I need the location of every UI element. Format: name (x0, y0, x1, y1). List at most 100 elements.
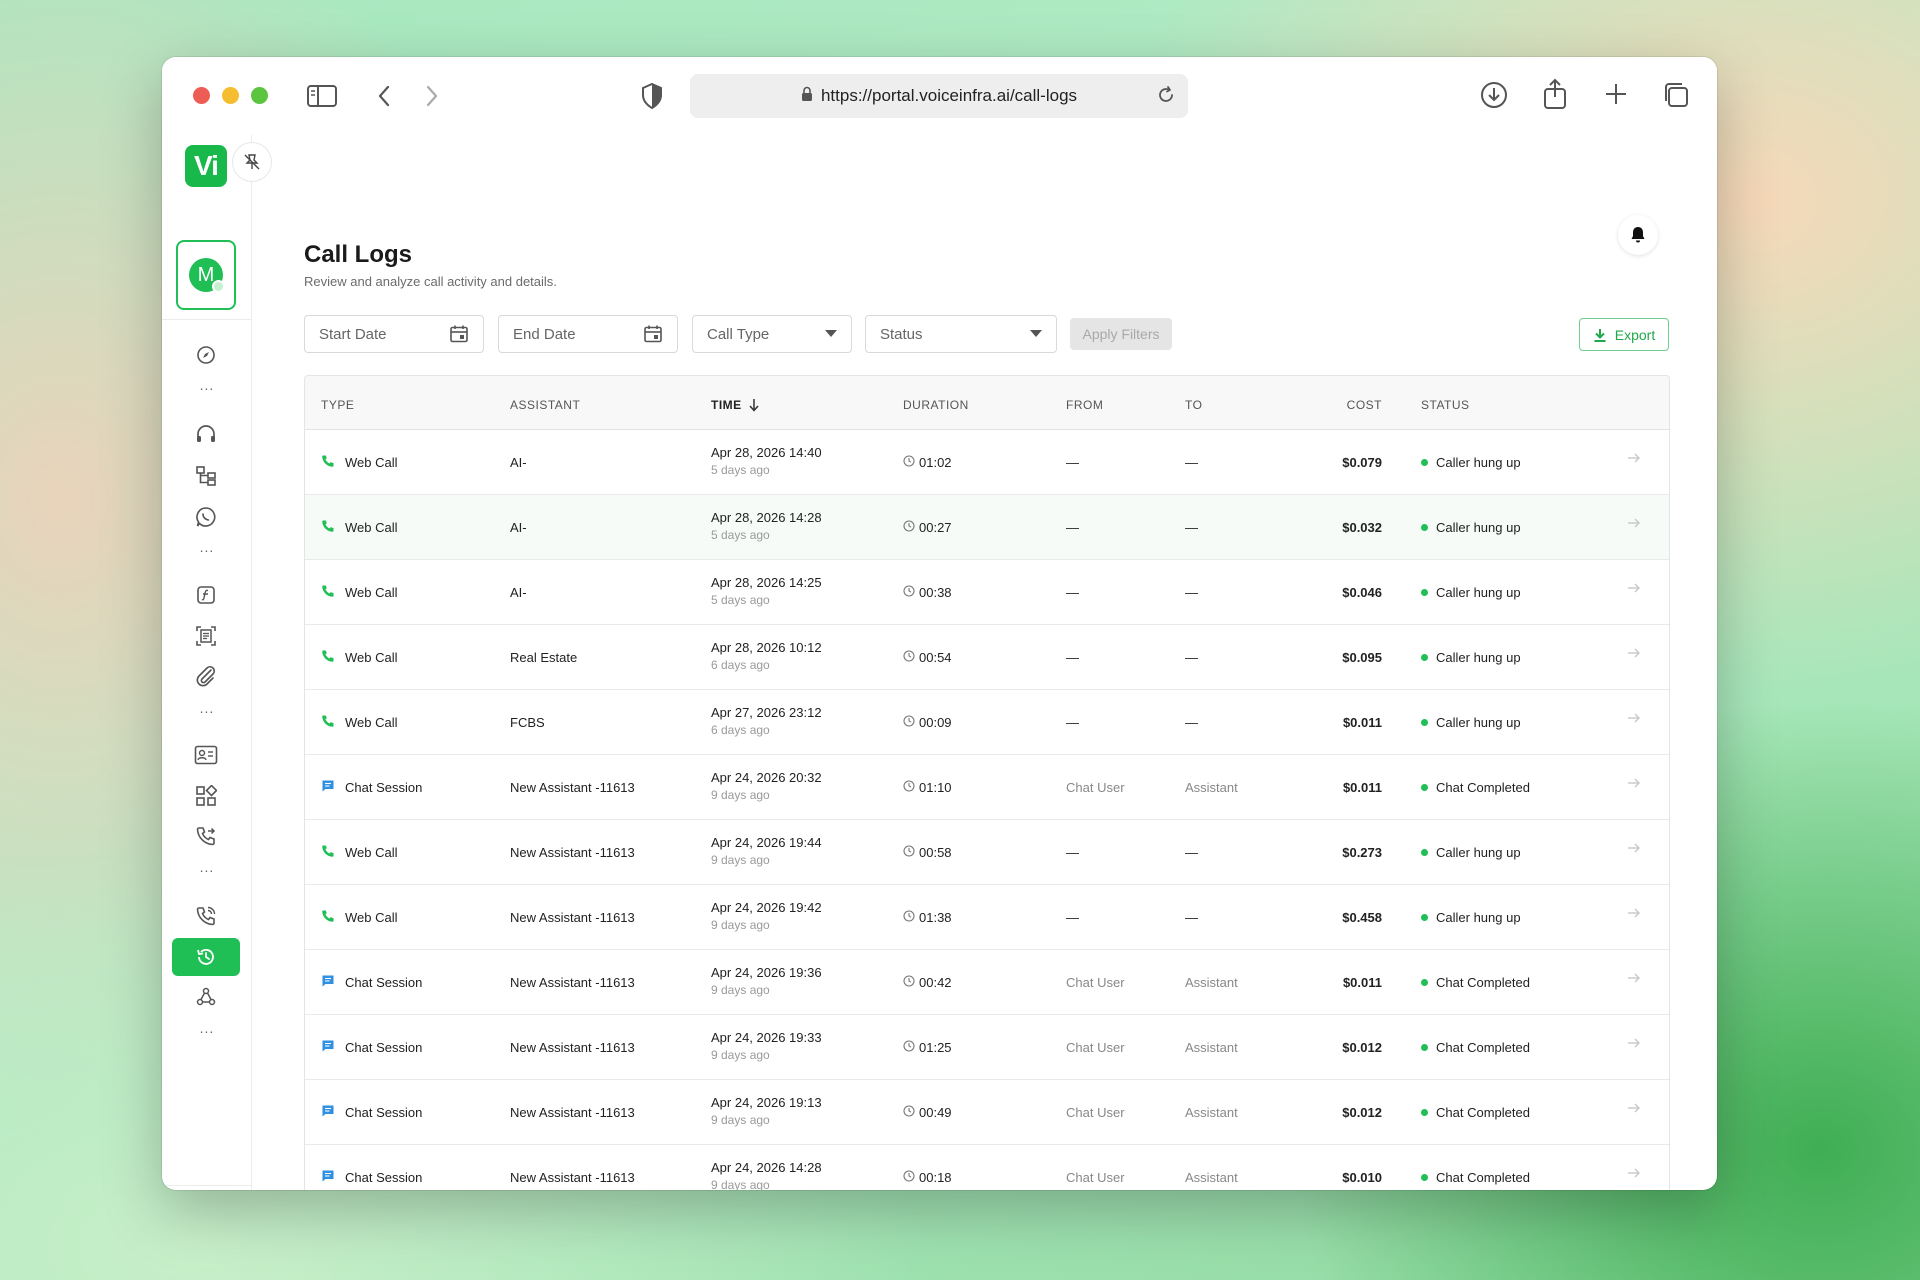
cell-cost: $0.095 (1342, 650, 1382, 665)
row-open-arrow-icon[interactable] (1627, 517, 1641, 532)
row-open-arrow-icon[interactable] (1627, 907, 1641, 922)
cell-time-value: Apr 24, 2026 19:33 (711, 1030, 822, 1045)
new-tab-icon[interactable] (1604, 82, 1628, 111)
sidebar: Vi M ... ... ... ... ... (162, 135, 252, 1190)
privacy-shield-icon[interactable] (640, 82, 664, 115)
row-open-arrow-icon[interactable] (1627, 972, 1641, 987)
apply-filters-button[interactable]: Apply Filters (1070, 318, 1172, 350)
table-row[interactable]: Web Call New Assistant -11613 Apr 24, 2026… (305, 820, 1669, 885)
header-to[interactable]: TO (1185, 398, 1202, 412)
table-row[interactable]: Chat Session New Assistant -11613 Apr 24, … (305, 1080, 1669, 1145)
sidebar-item-assistants[interactable] (172, 415, 240, 453)
forward-icon[interactable] (424, 84, 440, 113)
logo[interactable]: Vi (185, 145, 227, 187)
row-open-arrow-icon[interactable] (1627, 452, 1641, 467)
download-icon[interactable] (1480, 81, 1508, 114)
row-open-arrow-icon[interactable] (1627, 1037, 1641, 1052)
table-row[interactable]: Web Call New Assistant -11613 Apr 24, 2026… (305, 885, 1669, 950)
export-button[interactable]: Export (1579, 318, 1669, 351)
back-icon[interactable] (376, 84, 392, 113)
table-row[interactable]: Chat Session New Assistant -11613 Apr 24, … (305, 1015, 1669, 1080)
compass-icon (197, 346, 215, 364)
sidebar-item-whatsapp[interactable] (172, 498, 240, 536)
sidebar-item-call-logs[interactable] (172, 938, 240, 976)
cell-status-label: Chat Completed (1436, 975, 1530, 990)
history-icon (197, 949, 214, 965)
call-type-select[interactable]: Call Type (692, 315, 852, 353)
cell-cost: $0.011 (1342, 975, 1382, 990)
header-type[interactable]: TYPE (321, 398, 354, 412)
sidebar-item-contacts[interactable] (172, 736, 240, 774)
cell-status: Chat Completed (1421, 1040, 1530, 1055)
close-window-button[interactable] (193, 87, 210, 104)
header-assistant[interactable]: ASSISTANT (510, 398, 580, 412)
table-row[interactable]: Chat Session New Assistant -11613 Apr 24, … (305, 950, 1669, 1015)
cell-status-label: Chat Completed (1436, 1105, 1530, 1120)
table-row[interactable]: Web Call Real Estate Apr 28, 2026 10:12 6 d… (305, 625, 1669, 690)
table-row[interactable]: Chat Session New Assistant -11613 Apr 24, … (305, 755, 1669, 820)
share-icon[interactable] (1542, 78, 1568, 115)
cell-from: — (1066, 455, 1079, 470)
start-date-picker[interactable]: Start Date (304, 315, 484, 353)
row-open-arrow-icon[interactable] (1627, 777, 1641, 792)
sidebar-item-knowledge-base[interactable] (172, 617, 240, 655)
tab-overview-icon[interactable] (1662, 81, 1690, 114)
table-row[interactable]: Web Call AI- Apr 28, 2026 14:28 5 days ago 0… (305, 495, 1669, 560)
header-from[interactable]: FROM (1066, 398, 1103, 412)
sidebar-item-dashboard[interactable] (172, 336, 240, 374)
row-open-arrow-icon[interactable] (1627, 647, 1641, 662)
cell-duration-value: 00:54 (919, 650, 952, 665)
cell-to: — (1185, 910, 1198, 925)
header-duration[interactable]: DURATION (903, 398, 969, 412)
cell-duration-value: 00:58 (919, 845, 952, 860)
sidebar-item-webhooks[interactable] (172, 978, 240, 1016)
clock-icon (903, 715, 915, 730)
cell-status: Caller hung up (1421, 715, 1521, 730)
cell-duration: 01:02 (903, 455, 952, 470)
cell-status: Caller hung up (1421, 650, 1521, 665)
minimize-window-button[interactable] (222, 87, 239, 104)
browser-window: https://portal.voiceinfra.ai/call-logs V… (162, 57, 1717, 1190)
contact-card-icon (194, 745, 218, 765)
cell-type-label: Chat Session (345, 780, 423, 795)
sidebar-item-calls[interactable] (172, 897, 240, 935)
address-bar[interactable]: https://portal.voiceinfra.ai/call-logs (690, 74, 1188, 118)
calendar-icon (450, 325, 468, 343)
header-time[interactable]: TIME (711, 398, 760, 412)
cell-time: Apr 24, 2026 19:44 9 days ago (711, 835, 822, 867)
sidebar-item-functions[interactable] (172, 576, 240, 614)
sidebar-toggle-icon[interactable] (307, 84, 337, 113)
cell-to: — (1185, 520, 1198, 535)
sidebar-group-dots: ... (199, 539, 215, 555)
cell-to: — (1185, 585, 1198, 600)
cell-from: — (1066, 520, 1079, 535)
notifications-button[interactable] (1618, 215, 1658, 255)
header-cost[interactable]: COST (1310, 398, 1382, 412)
workspace-avatar: M (189, 258, 225, 293)
sidebar-item-phone-numbers[interactable] (172, 817, 240, 855)
row-open-arrow-icon[interactable] (1627, 842, 1641, 857)
table-row[interactable]: Web Call AI- Apr 28, 2026 14:40 5 days ago 0… (305, 430, 1669, 495)
header-status[interactable]: STATUS (1421, 398, 1470, 412)
table-row[interactable]: Chat Session New Assistant -11613 Apr 24, … (305, 1145, 1669, 1190)
row-open-arrow-icon[interactable] (1627, 1167, 1641, 1182)
maximize-window-button[interactable] (251, 87, 268, 104)
whatsapp-icon (196, 507, 216, 527)
row-open-arrow-icon[interactable] (1627, 1102, 1641, 1117)
cell-duration-value: 00:38 (919, 585, 952, 600)
table-row[interactable]: Web Call AI- Apr 28, 2026 14:25 5 days ago 0… (305, 560, 1669, 625)
workspace-switcher[interactable]: M (176, 240, 236, 310)
cell-time-ago: 9 days ago (711, 1113, 770, 1127)
status-dot (1421, 1044, 1428, 1051)
end-date-picker[interactable]: End Date (498, 315, 678, 353)
table-row[interactable]: Web Call FCBS Apr 27, 2026 23:12 6 days ago… (305, 690, 1669, 755)
cell-status: Chat Completed (1421, 1170, 1530, 1185)
cell-type-label: Chat Session (345, 1105, 423, 1120)
row-open-arrow-icon[interactable] (1627, 712, 1641, 727)
status-select[interactable]: Status (865, 315, 1057, 353)
sidebar-item-workflows[interactable] (172, 457, 240, 495)
row-open-arrow-icon[interactable] (1627, 582, 1641, 597)
sidebar-item-integrations[interactable] (172, 777, 240, 815)
sidebar-item-files[interactable] (172, 657, 240, 695)
reload-icon[interactable] (1156, 85, 1176, 110)
